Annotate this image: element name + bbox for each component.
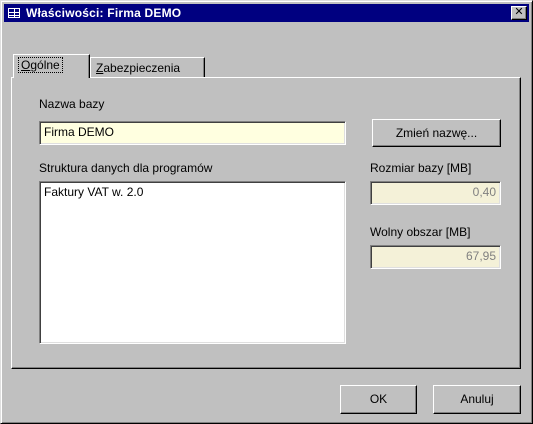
window-title: Właściwości: Firma DEMO [26, 6, 182, 20]
db-name-label: Nazwa bazy [39, 97, 105, 111]
free-space-label: Wolny obszar [MB] [370, 225, 471, 239]
tab-general-label: Ogólne [18, 57, 63, 73]
properties-dialog: Właściwości: Firma DEMO ✕ Ogólne Zabezpi… [0, 0, 533, 424]
db-size-field: 0,40 [370, 181, 501, 205]
db-name-field[interactable]: Firma DEMO [39, 121, 346, 145]
cancel-button[interactable]: Anuluj [433, 385, 521, 414]
rename-button[interactable]: Zmień nazwę... [372, 119, 501, 147]
tab-general[interactable]: Ogólne [13, 54, 90, 78]
tab-security-label: Zabezpieczenia [96, 61, 181, 75]
close-button[interactable]: ✕ [511, 6, 527, 20]
tab-security[interactable]: Zabezpieczenia [90, 57, 205, 79]
general-tab-panel: Nazwa bazy Firma DEMO Zmień nazwę... Str… [11, 77, 521, 369]
ok-button[interactable]: OK [340, 385, 417, 414]
title-bar[interactable]: Właściwości: Firma DEMO ✕ [4, 4, 529, 22]
db-size-label: Rozmiar bazy [MB] [370, 161, 472, 175]
free-space-field: 67,95 [370, 245, 501, 269]
structures-label: Struktura danych dla programów [39, 161, 213, 175]
list-item[interactable]: Faktury VAT w. 2.0 [44, 184, 341, 200]
structures-list[interactable]: Faktury VAT w. 2.0 [39, 181, 346, 344]
close-icon: ✕ [514, 6, 524, 18]
table-icon [8, 8, 20, 18]
